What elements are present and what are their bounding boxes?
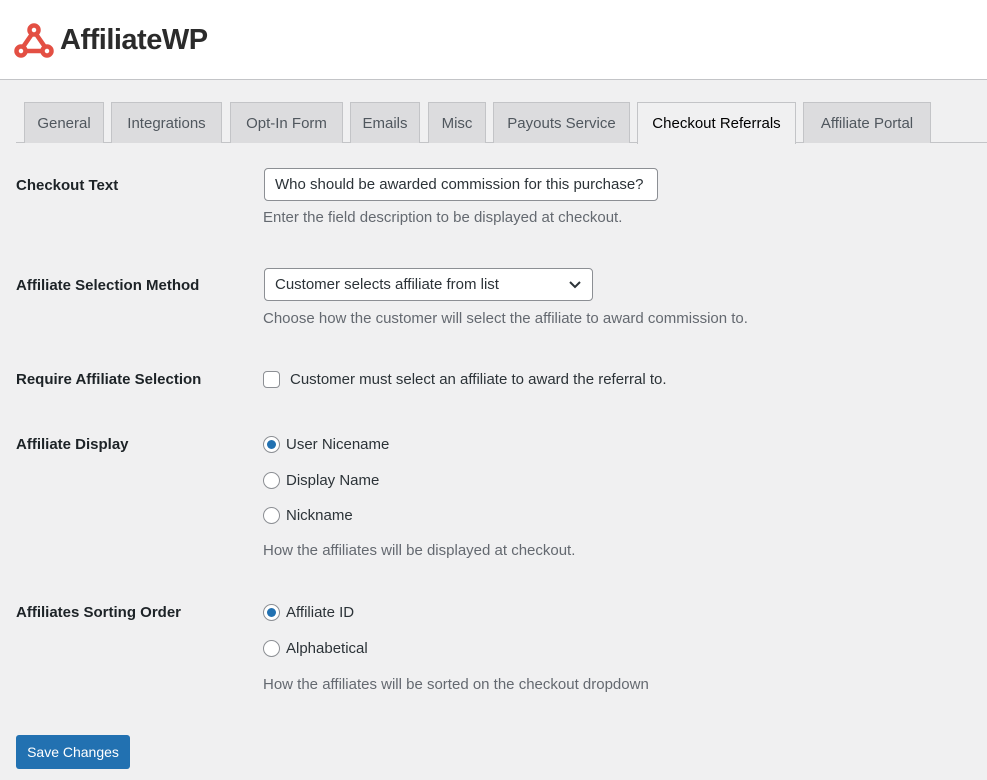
selection-method-select[interactable]: Customer selects affiliate from list [264, 268, 593, 301]
option-label: Display Name [286, 472, 380, 489]
option-label: Alphabetical [286, 640, 368, 657]
display-option-display-name[interactable]: Display Name [263, 472, 379, 489]
affiliatewp-logo[interactable]: AffiliateWP [14, 22, 208, 58]
save-changes-button[interactable]: Save Changes [16, 735, 130, 769]
radio-user-nicename[interactable] [263, 436, 280, 453]
header: AffiliateWP [0, 0, 987, 80]
selection-method-label: Affiliate Selection Method [16, 277, 200, 294]
affiliatewp-logo-icon [14, 23, 54, 58]
radio-nickname[interactable] [263, 507, 280, 524]
radio-affiliate-id[interactable] [263, 604, 280, 621]
tab-affiliate-portal[interactable]: Affiliate Portal [803, 102, 931, 143]
checkout-text-input[interactable]: Who should be awarded commission for thi… [264, 168, 658, 201]
sorting-option-affiliate-id[interactable]: Affiliate ID [263, 604, 354, 621]
selection-method-value: Customer selects affiliate from list [275, 276, 499, 293]
affiliate-display-description: How the affiliates will be displayed at … [263, 542, 576, 559]
option-label: Affiliate ID [286, 604, 355, 621]
require-selection-option[interactable]: Customer must select an affiliate to awa… [263, 371, 667, 388]
checkout-text-label: Checkout Text [16, 177, 119, 194]
selection-method-description: Choose how the customer will select the … [263, 310, 748, 327]
tab-general[interactable]: General [24, 102, 104, 143]
display-option-nickname[interactable]: Nickname [263, 507, 353, 524]
checkout-text-description: Enter the field description to be displa… [263, 209, 623, 226]
tab-misc[interactable]: Misc [428, 102, 486, 143]
tab-integrations[interactable]: Integrations [111, 102, 222, 143]
require-selection-label: Require Affiliate Selection [16, 371, 202, 388]
brand-name: AffiliateWP [60, 23, 208, 56]
sorting-order-description: How the affiliates will be sorted on the… [263, 676, 649, 693]
chevron-down-icon [569, 280, 581, 288]
sorting-order-label: Affiliates Sorting Order [16, 604, 182, 621]
require-selection-checkbox[interactable] [263, 371, 280, 388]
tab-emails[interactable]: Emails [350, 102, 420, 143]
affiliate-display-label: Affiliate Display [16, 436, 129, 453]
checkout-text-value: Who should be awarded commission for thi… [275, 176, 644, 193]
option-label: Nickname [286, 507, 353, 524]
require-selection-text: Customer must select an affiliate to awa… [290, 371, 667, 388]
display-option-user-nicename[interactable]: User Nicename [263, 436, 389, 453]
radio-display-name[interactable] [263, 472, 280, 489]
option-label: User Nicename [286, 436, 390, 453]
tab-checkout-referrals[interactable]: Checkout Referrals [637, 102, 796, 144]
tab-opt-in-form[interactable]: Opt-In Form [230, 102, 343, 143]
tab-payouts-service[interactable]: Payouts Service [493, 102, 630, 143]
radio-alphabetical[interactable] [263, 640, 280, 657]
sorting-option-alphabetical[interactable]: Alphabetical [263, 640, 368, 657]
